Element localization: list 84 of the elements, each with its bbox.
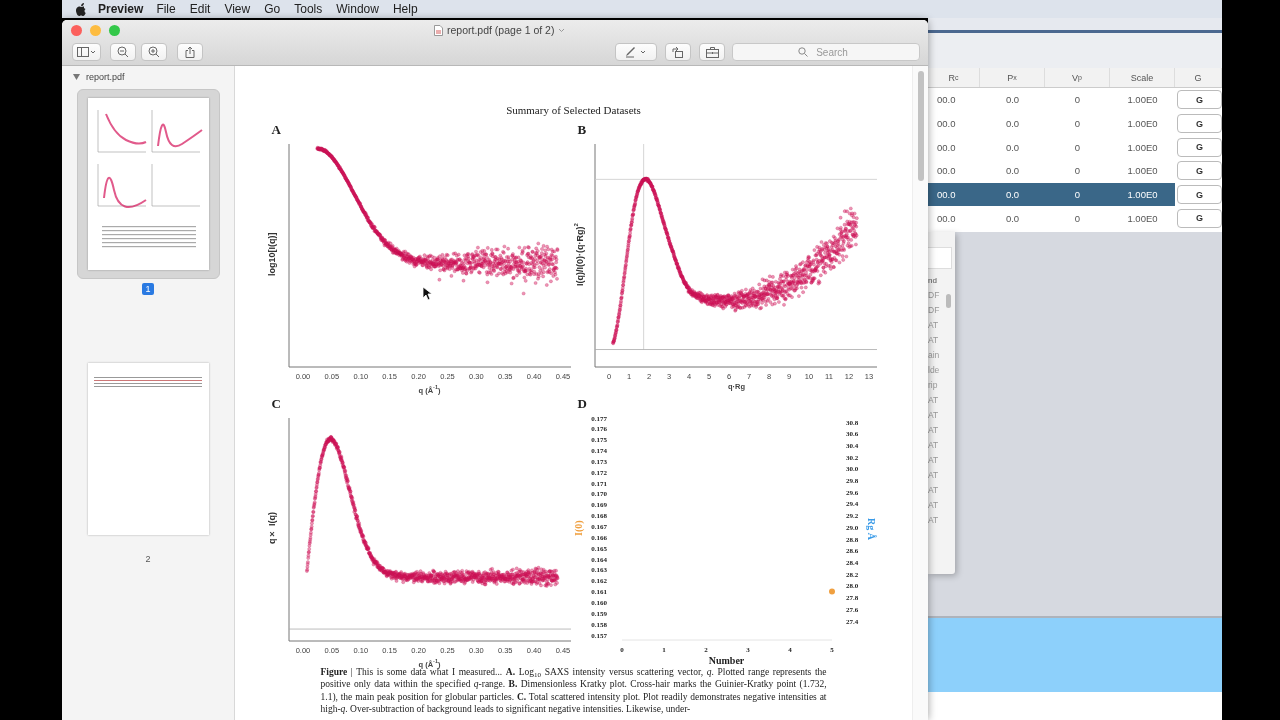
zoom-in-button[interactable] — [141, 43, 167, 61]
table-cell-text: 1.00E0 — [1126, 188, 1159, 203]
page-number: 2 — [144, 553, 152, 565]
panel-letter: D — [576, 396, 588, 413]
table-cell-text: 1.00E0 — [1126, 164, 1159, 179]
close-button[interactable] — [71, 24, 82, 36]
panel-letter: C — [270, 396, 282, 413]
document-name[interactable]: report.pdf — [86, 71, 125, 82]
axis-label: log10[I(q)] — [266, 231, 278, 279]
scrollbar-thumb[interactable] — [946, 294, 951, 309]
menu-item[interactable]: Window — [336, 2, 379, 16]
table-cell-text: 0.0 — [1004, 188, 1021, 203]
rotate-icon — [672, 46, 684, 58]
table-cell-text: 0.0 — [1004, 164, 1021, 179]
axis-label: q× I(q) — [266, 511, 278, 547]
table-cell-text: 00.0 — [936, 93, 957, 108]
search-icon — [798, 47, 808, 57]
menu-item[interactable]: Go — [264, 2, 281, 16]
table-cell-text: 1.00E0 — [1126, 117, 1159, 132]
menu-item[interactable]: View — [224, 2, 251, 16]
table-cell-text: 0 — [1073, 164, 1082, 179]
panel-letter: B — [576, 122, 588, 139]
page-title: Summary of Selected Datasets — [506, 104, 641, 118]
table-cell-text: 0 — [1073, 211, 1082, 226]
zoom-button[interactable] — [109, 24, 120, 36]
toolbox-icon — [705, 46, 719, 58]
rotate-button[interactable] — [665, 43, 691, 61]
sidebar-icon — [76, 47, 97, 57]
table-cell-text: 0.0 — [1004, 211, 1021, 226]
app-menu[interactable]: Preview — [98, 2, 144, 16]
g-button[interactable]: G — [1177, 185, 1222, 205]
window-title: report.pdf (page 1 of 2) — [447, 24, 555, 36]
sidebar-toggle-button[interactable] — [72, 43, 101, 61]
g-button[interactable]: G — [1177, 161, 1222, 181]
column-header[interactable]: Scale — [1110, 68, 1175, 87]
table-cell-text: 00.0 — [936, 188, 957, 203]
g-button[interactable]: G — [1177, 208, 1222, 228]
axis-label: I(0) — [572, 519, 585, 539]
apple-logo-icon — [75, 2, 86, 16]
table-cell-text: 0 — [1073, 140, 1082, 155]
table-cell-text: 0 — [1073, 93, 1082, 108]
list-header: nd — [928, 275, 938, 288]
search-field[interactable]: Search — [732, 43, 920, 61]
page-thumbnail[interactable] — [87, 98, 209, 270]
table-cell-text: 0.0 — [1004, 117, 1021, 132]
menu-item[interactable]: Edit — [189, 2, 211, 16]
menu-item[interactable]: Help — [392, 2, 418, 16]
share-icon — [185, 46, 195, 58]
g-button[interactable]: G — [1177, 137, 1222, 157]
axis-label: Number — [708, 657, 745, 666]
axis-label: Rg Å — [864, 516, 877, 542]
panel-letter: A — [270, 122, 282, 139]
table-cell-text: 0.0 — [1004, 93, 1021, 108]
table-cell-text: 00.0 — [936, 140, 957, 155]
zoom-out-button[interactable] — [110, 43, 136, 61]
toolbox-button[interactable] — [699, 43, 725, 61]
disclosure-triangle-icon[interactable] — [73, 73, 80, 80]
menu-item[interactable]: Tools — [294, 2, 323, 16]
share-button[interactable] — [177, 43, 203, 61]
zoom-in-icon — [148, 46, 160, 58]
table-row[interactable]: 00.0 0.0 0 1.00E0 G — [928, 182, 1222, 207]
table-cell-text: 0 — [1073, 188, 1082, 203]
pen-icon — [625, 46, 647, 58]
g-button[interactable]: G — [1177, 90, 1222, 110]
table-cell-text: 1.00E0 — [1126, 140, 1159, 155]
table-cell-text: 1.00E0 — [1126, 211, 1159, 226]
page-thumbnail[interactable] — [87, 363, 209, 535]
table-cell-text: 00.0 — [936, 164, 957, 179]
page-number: 1 — [142, 283, 154, 295]
markup-button[interactable] — [615, 43, 657, 61]
table-cell-text: 0 — [1073, 117, 1082, 132]
text-field[interactable] — [928, 247, 952, 270]
table-cell-text: 00.0 — [936, 211, 957, 226]
table-cell-text: 00.0 — [936, 117, 957, 132]
menu-item[interactable]: File — [156, 2, 176, 16]
document-icon — [434, 24, 443, 36]
scrollbar-thumb[interactable] — [918, 71, 924, 181]
chevron-down-icon — [558, 27, 566, 33]
table-cell-text: 1.00E0 — [1126, 93, 1159, 108]
g-button[interactable]: G — [1177, 114, 1222, 134]
table-cell-text: 0.0 — [1004, 140, 1021, 155]
zoom-out-icon — [117, 46, 129, 58]
mouse-pointer-icon — [422, 286, 432, 301]
column-header[interactable]: G — [1175, 68, 1222, 87]
